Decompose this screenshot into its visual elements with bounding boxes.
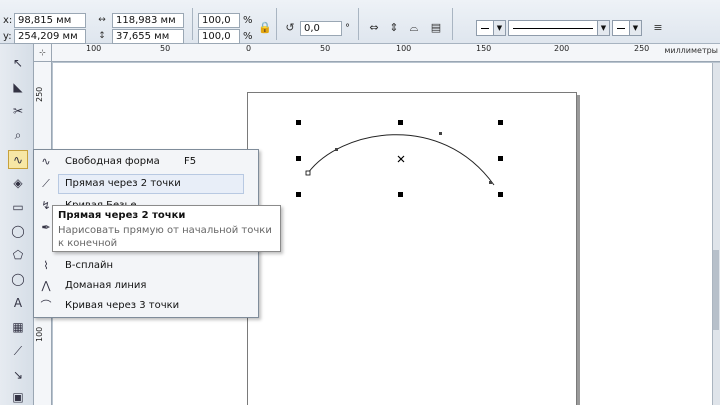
menu-item-label: Доманая линия — [65, 280, 147, 291]
curve-node[interactable] — [489, 181, 492, 184]
bspline-icon: ⌇ — [43, 259, 49, 272]
menu-item-label: Кривая через 3 точки — [65, 300, 180, 311]
selection-handle[interactable] — [296, 192, 301, 197]
selection-handle[interactable] — [498, 192, 503, 197]
menu-item-polyline[interactable]: ⋀ Доманая линия — [34, 276, 258, 296]
selection-handle[interactable] — [398, 192, 403, 197]
polyline-icon: ⋀ — [41, 279, 51, 292]
menu-item-label: Свободная форма — [65, 156, 160, 167]
tooltip-title: Прямая через 2 точки — [58, 210, 186, 221]
selection-handle[interactable] — [498, 120, 503, 125]
menu-item-label: В-сплайн — [65, 260, 114, 271]
three-point-curve-icon: ⌒ — [40, 299, 52, 312]
menu-item-bspline[interactable]: ⌇ В-сплайн — [34, 256, 258, 276]
menu-item-freehand[interactable]: ∿ Свободная форма F5 — [34, 152, 258, 172]
center-mark-icon — [397, 155, 405, 163]
selection-handle[interactable] — [296, 120, 301, 125]
menu-item-label: Прямая через 2 точки — [65, 178, 181, 189]
curve-node[interactable] — [335, 148, 338, 151]
menu-item-shortcut: F5 — [184, 156, 197, 167]
menu-item-three-point-curve[interactable]: ⌒ Кривая через 3 точки — [34, 296, 258, 316]
menu-item-two-point-line[interactable]: ⟋ Прямая через 2 точки — [34, 174, 258, 194]
curve-node[interactable] — [439, 132, 442, 135]
tool-tooltip: Прямая через 2 точки Нарисовать прямую о… — [52, 205, 281, 252]
freehand-icon: ∿ — [41, 155, 51, 168]
curve-node[interactable] — [305, 170, 311, 176]
selection-handle[interactable] — [498, 156, 503, 161]
selection-handle[interactable] — [296, 156, 301, 161]
selection-handle[interactable] — [398, 120, 403, 125]
curve-path[interactable] — [307, 134, 495, 186]
tooltip-description: Нарисовать прямую от начальной точки к к… — [58, 225, 272, 249]
two-point-line-icon: ⟋ — [42, 177, 50, 190]
